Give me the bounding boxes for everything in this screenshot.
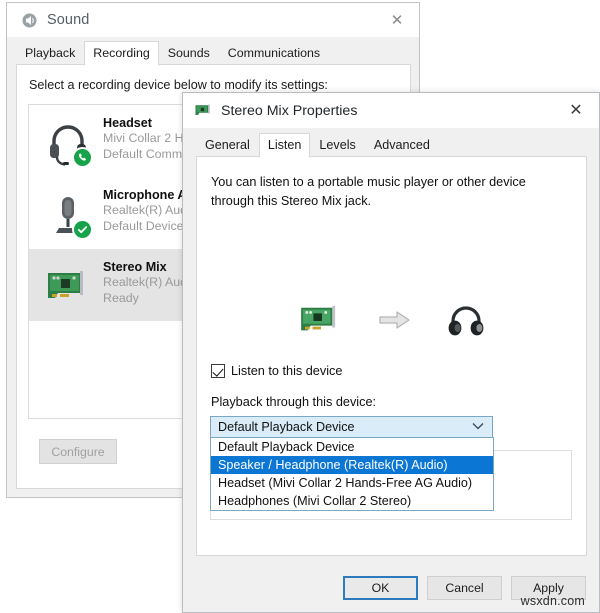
chevron-down-icon[interactable] bbox=[472, 422, 484, 433]
arrow-right-icon bbox=[378, 308, 412, 337]
properties-tabstrip: General Listen Levels Advanced bbox=[196, 133, 587, 158]
listen-to-this-device-checkbox[interactable] bbox=[211, 364, 225, 378]
dropdown-option-headphones[interactable]: Headphones (Mivi Collar 2 Stereo) bbox=[211, 492, 493, 510]
sound-titlebar: Sound ✕ bbox=[7, 3, 419, 37]
recording-hint: Select a recording device below to modif… bbox=[29, 78, 328, 92]
watermark: wsxdn.com bbox=[520, 594, 585, 608]
listen-description: You can listen to a portable music playe… bbox=[211, 175, 526, 208]
tab-sounds[interactable]: Sounds bbox=[158, 42, 219, 65]
playback-device-selected-value: Default Playback Device bbox=[218, 420, 355, 434]
properties-dialog-title: Stereo Mix Properties bbox=[221, 102, 358, 119]
headphones-icon bbox=[446, 300, 486, 345]
listen-tab-page: You can listen to a portable music playe… bbox=[196, 156, 587, 556]
check-badge-icon bbox=[72, 219, 93, 240]
dropdown-option-speaker-headphone[interactable]: Speaker / Headphone (Realtek(R) Audio) bbox=[211, 456, 493, 474]
close-icon[interactable]: ✕ bbox=[553, 93, 599, 127]
speaker-icon bbox=[20, 11, 38, 29]
microphone-icon bbox=[41, 187, 95, 243]
configure-button[interactable]: Configure bbox=[39, 439, 117, 464]
phone-badge-icon bbox=[72, 147, 93, 168]
soundcard-icon bbox=[194, 103, 212, 119]
playback-device-select[interactable]: Default Playback Device bbox=[210, 416, 493, 438]
tab-recording[interactable]: Recording bbox=[84, 41, 159, 66]
playback-through-label: Playback through this device: bbox=[211, 395, 377, 409]
close-icon[interactable]: ✕ bbox=[375, 3, 419, 36]
soundcard-icon bbox=[298, 303, 344, 342]
screen: Sound ✕ Playback Recording Sounds Commun… bbox=[0, 0, 600, 613]
tab-playback[interactable]: Playback bbox=[16, 42, 85, 65]
headset-icon bbox=[41, 115, 95, 171]
tab-advanced[interactable]: Advanced bbox=[364, 134, 439, 157]
dropdown-option-headset[interactable]: Headset (Mivi Collar 2 Hands-Free AG Aud… bbox=[211, 474, 493, 492]
listen-routing-graphic bbox=[197, 292, 586, 352]
tab-communications[interactable]: Communications bbox=[218, 42, 330, 65]
stereo-mix-properties-dialog: Stereo Mix Properties ✕ General Listen L… bbox=[182, 92, 600, 613]
cancel-button[interactable]: Cancel bbox=[427, 576, 502, 600]
properties-body: General Listen Levels Advanced You can l… bbox=[183, 128, 599, 612]
dropdown-option-default-playback-device[interactable]: Default Playback Device bbox=[211, 438, 493, 456]
listen-to-this-device-label: Listen to this device bbox=[231, 364, 343, 378]
sound-tabstrip: Playback Recording Sounds Communications bbox=[16, 41, 411, 66]
soundcard-icon bbox=[41, 259, 95, 315]
ok-button[interactable]: OK bbox=[343, 576, 418, 600]
sound-window-title: Sound bbox=[47, 12, 90, 28]
tab-levels[interactable]: Levels bbox=[310, 134, 365, 157]
listen-to-this-device-row[interactable]: Listen to this device bbox=[211, 364, 342, 378]
tab-listen[interactable]: Listen bbox=[258, 133, 311, 158]
properties-titlebar: Stereo Mix Properties ✕ bbox=[183, 93, 599, 128]
playback-device-dropdown-list[interactable]: Default Playback Device Speaker / Headph… bbox=[210, 437, 494, 511]
tab-general[interactable]: General bbox=[196, 134, 259, 157]
